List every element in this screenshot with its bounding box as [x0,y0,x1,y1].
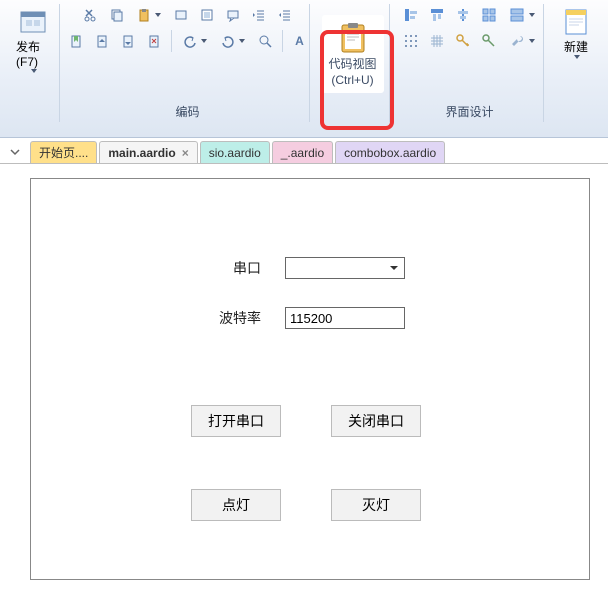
tab-combobox[interactable]: combobox.aardio [335,141,445,163]
bookmark-icon[interactable] [65,30,87,52]
tab-underscore[interactable]: _.aardio [272,141,333,163]
chevron-down-icon [31,69,37,73]
tab-main[interactable]: main.aardio× [99,141,197,163]
wrench-icon[interactable] [504,30,540,52]
baud-input[interactable] [285,307,405,329]
bookmark-prev-icon[interactable] [91,30,113,52]
tab-startpage[interactable]: 开始页.... [30,141,97,163]
close-serial-button[interactable]: 关闭串口 [331,405,421,437]
undo-button[interactable] [178,30,212,52]
comment-icon[interactable] [222,4,244,26]
bookmark-next-icon[interactable] [117,30,139,52]
light-on-button[interactable]: 点灯 [191,489,281,521]
redo-button[interactable] [216,30,250,52]
outdent-icon[interactable] [248,4,270,26]
group-label-uidesign: 界面设计 [396,103,543,120]
publish-label: 发布(F7) [16,38,49,69]
new-label: 新建 [564,38,588,55]
ribbon-group-codeview: 代码视图 (Ctrl+U) [316,4,390,122]
group-label-encoding: 编码 [66,103,309,120]
tab-sio[interactable]: sio.aardio [200,141,270,163]
cut-icon[interactable] [80,4,102,26]
ribbon-toolbar: 发布(F7) [0,0,608,138]
layout-grid-icon[interactable] [478,4,500,26]
layout-more-icon[interactable] [504,4,540,26]
indent-icon[interactable] [274,4,296,26]
ribbon-group-encoding: A 编码 [66,4,310,122]
chevron-down-icon [574,55,580,59]
baud-label: 波特率 [201,308,261,328]
clipboard-icon [336,21,370,55]
code-view-label: 代码视图 [328,57,376,71]
ribbon-group-uidesign: 界面设计 [396,4,544,122]
tool-icon-1[interactable] [170,4,192,26]
format-icon[interactable]: A [289,30,311,52]
align-top-icon[interactable] [426,4,448,26]
ribbon-group-new: 新建 [550,4,602,122]
copy-icon[interactable] [106,4,128,26]
combobox-dropdown-button[interactable] [386,260,402,276]
close-icon[interactable]: × [182,146,189,160]
grid-lines-icon[interactable] [426,30,448,52]
find-icon[interactable] [254,30,276,52]
open-serial-button[interactable]: 打开串口 [191,405,281,437]
key2-icon[interactable] [478,30,500,52]
paste-icon[interactable] [132,4,166,26]
document-tabbar: 开始页.... main.aardio× sio.aardio _.aardio… [0,138,608,164]
ribbon-group-publish: 发布(F7) [6,4,60,122]
editor-area: 串口 波特率 打开串口 关闭串口 点灯 灭灯 [0,164,608,580]
tab-scroll-button[interactable] [4,141,26,163]
code-view-shortcut: (Ctrl+U) [331,73,373,87]
form-canvas[interactable]: 串口 波特率 打开串口 关闭串口 点灯 灭灯 [30,178,590,580]
serial-combobox[interactable] [285,257,405,279]
publish-icon [17,6,49,38]
new-icon [560,6,592,38]
chevron-down-icon [9,146,21,158]
serial-label: 串口 [201,258,261,278]
code-view-button[interactable]: 代码视图 (Ctrl+U) [322,15,384,93]
new-button[interactable]: 新建 [556,4,596,61]
align-center-icon[interactable] [452,4,474,26]
grid-dots-icon[interactable] [400,30,422,52]
light-off-button[interactable]: 灭灯 [331,489,421,521]
publish-button[interactable]: 发布(F7) [12,4,53,75]
key-icon[interactable] [452,30,474,52]
align-left-icon[interactable] [400,4,422,26]
bookmark-clear-icon[interactable] [143,30,165,52]
tool-icon-2[interactable] [196,4,218,26]
